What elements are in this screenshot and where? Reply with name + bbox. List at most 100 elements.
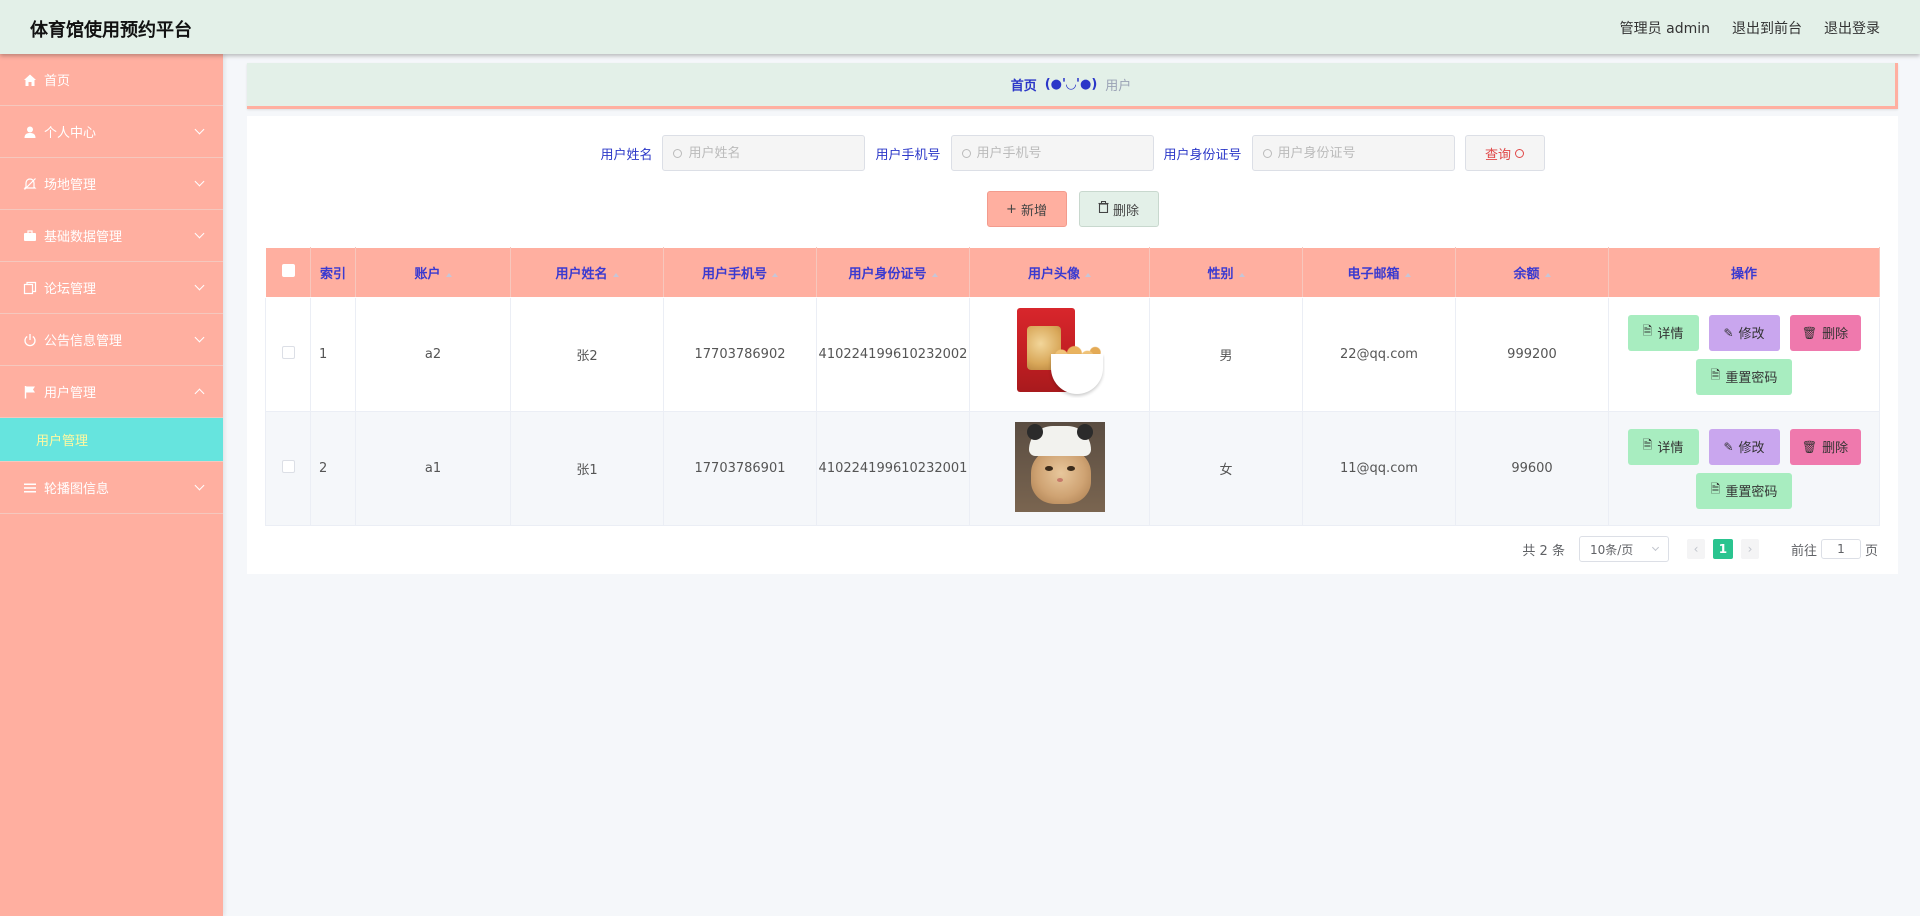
- sort-icon[interactable]: [931, 272, 938, 277]
- column-header-actions: 操作: [1608, 247, 1880, 298]
- sidebar-item-basic-data[interactable]: 基础数据管理: [0, 210, 223, 262]
- detail-button[interactable]: 🗎 详情: [1627, 428, 1699, 465]
- idcard-search-input[interactable]: [1277, 145, 1438, 161]
- column-header-account[interactable]: 账户: [355, 247, 511, 298]
- document-icon: 🗎: [1710, 368, 1721, 382]
- name-search-input[interactable]: [688, 145, 849, 161]
- reset-password-button[interactable]: 🗎 重置密码: [1696, 358, 1792, 395]
- cell-avatar: [969, 297, 1150, 412]
- sidebar-item-home[interactable]: 首页: [0, 54, 223, 106]
- add-button[interactable]: + 新增: [986, 191, 1067, 227]
- phone-search-input[interactable]: [976, 145, 1137, 161]
- page-size-select[interactable]: 10条/页: [1578, 536, 1669, 562]
- sidebar-item-label: 公告信息管理: [44, 334, 123, 349]
- pencil-icon: ✎: [1723, 439, 1734, 454]
- table-header-row: 索引 账户 用户姓名 用户手机号 用户身份证号 用户头像 性别 电子邮箱 余额 …: [265, 247, 1880, 298]
- reset-password-button[interactable]: 🗎 重置密码: [1696, 472, 1792, 509]
- column-header-idcard[interactable]: 用户身份证号: [816, 247, 970, 298]
- sidebar-item-forum[interactable]: 论坛管理: [0, 262, 223, 314]
- sidebar-item-label: 基础数据管理: [44, 230, 123, 245]
- sidebar-item-label: 轮播图信息: [44, 482, 110, 497]
- sidebar-item-user-management[interactable]: 用户管理: [0, 366, 223, 418]
- table-row: 2 a1 张1 17703786901 410224199610232001 女…: [265, 411, 1880, 526]
- sidebar-item-label: 场地管理: [44, 178, 97, 193]
- row-checkbox[interactable]: [281, 460, 295, 473]
- cell-balance: 999200: [1455, 297, 1609, 412]
- name-search-label: 用户姓名: [600, 147, 653, 163]
- edit-button[interactable]: ✎ 修改: [1708, 428, 1780, 465]
- column-header-gender[interactable]: 性别: [1149, 247, 1303, 298]
- sort-icon[interactable]: [1544, 272, 1551, 277]
- logout-link[interactable]: 退出登录: [1824, 18, 1880, 38]
- back-to-frontend-link[interactable]: 退出到前台: [1732, 18, 1802, 38]
- avatar-image-snack[interactable]: [1014, 307, 1105, 398]
- query-button[interactable]: 查询: [1464, 135, 1545, 171]
- sidebar-item-notice[interactable]: 公告信息管理: [0, 314, 223, 366]
- column-header-phone[interactable]: 用户手机号: [663, 247, 817, 298]
- sidebar-item-label: 论坛管理: [44, 282, 97, 297]
- search-icon: [961, 148, 971, 158]
- next-page-button[interactable]: ›: [1740, 539, 1759, 559]
- sidebar-item-venue[interactable]: 场地管理: [0, 158, 223, 210]
- idcard-search-field[interactable]: [1251, 135, 1455, 171]
- name-search-field[interactable]: [662, 135, 866, 171]
- delete-button[interactable]: 🗑 删除: [1789, 314, 1861, 351]
- column-header-email[interactable]: 电子邮箱: [1302, 247, 1456, 298]
- briefcase-icon: [22, 228, 38, 244]
- batch-delete-button[interactable]: 删除: [1078, 191, 1159, 227]
- cell-account: a1: [355, 411, 511, 526]
- table-row: 1 a2 张2 17703786902 410224199610232002 男…: [265, 297, 1880, 412]
- cell-actions: 🗎 详情 ✎ 修改 🗑 删除 🗎 重置密码: [1608, 411, 1880, 526]
- sort-icon[interactable]: [445, 272, 452, 277]
- idcard-search-label: 用户身份证号: [1163, 147, 1242, 163]
- row-actions: 🗎 详情 ✎ 修改 🗑 删除 🗎 重置密码: [1609, 428, 1879, 509]
- column-header-balance[interactable]: 余额: [1455, 247, 1609, 298]
- sort-icon[interactable]: [1238, 272, 1245, 277]
- power-icon: [22, 332, 38, 348]
- copy-icon: [22, 280, 38, 296]
- detail-button[interactable]: 🗎 详情: [1627, 314, 1699, 351]
- prev-page-button[interactable]: ‹: [1686, 539, 1705, 559]
- row-select-cell: [265, 297, 311, 412]
- user-table: 索引 账户 用户姓名 用户手机号 用户身份证号 用户头像 性别 电子邮箱 余额 …: [265, 247, 1880, 526]
- page-number-current[interactable]: 1: [1712, 539, 1733, 559]
- trash-icon: 🗑: [1801, 439, 1818, 454]
- phone-search-label: 用户手机号: [875, 147, 941, 163]
- sort-icon[interactable]: [772, 272, 778, 277]
- sort-icon[interactable]: [1404, 272, 1411, 277]
- sidebar-item-carousel[interactable]: 轮播图信息: [0, 462, 223, 514]
- row-actions: 🗎 详情 ✎ 修改 🗑 删除 🗎 重置密码: [1609, 314, 1879, 395]
- admin-user-label[interactable]: 管理员 admin: [1620, 18, 1710, 38]
- chevron-down-icon: [194, 176, 205, 187]
- add-button-label: 新增: [1020, 203, 1047, 219]
- edit-button[interactable]: ✎ 修改: [1708, 314, 1780, 351]
- select-all-checkbox[interactable]: [281, 264, 295, 277]
- select-all-cell[interactable]: [265, 247, 311, 298]
- breadcrumb-home[interactable]: 首页: [1011, 75, 1037, 94]
- document-icon: 🗎: [1710, 482, 1721, 496]
- sort-icon[interactable]: [1085, 272, 1091, 277]
- chevron-down-icon: [1651, 543, 1660, 552]
- delete-button[interactable]: 🗑 删除: [1789, 428, 1861, 465]
- goto-label: 前往: [1790, 543, 1817, 559]
- search-icon: [673, 148, 683, 158]
- row-checkbox[interactable]: [281, 346, 295, 359]
- cell-account: a2: [355, 297, 511, 412]
- pencil-icon: ✎: [1723, 325, 1734, 340]
- cell-gender: 男: [1149, 297, 1303, 412]
- sort-icon[interactable]: [612, 272, 619, 277]
- document-icon: 🗎: [1642, 438, 1653, 452]
- cell-index: 2: [310, 411, 356, 526]
- column-header-name[interactable]: 用户姓名: [510, 247, 664, 298]
- avatar-image-cat[interactable]: [1014, 421, 1105, 512]
- sidebar-item-personal-center[interactable]: 个人中心: [0, 106, 223, 158]
- goto-page-input[interactable]: 1: [1820, 539, 1861, 559]
- submenu-item-user-management[interactable]: 用户管理: [0, 418, 223, 462]
- phone-search-field[interactable]: [950, 135, 1154, 171]
- cell-avatar: [969, 411, 1150, 526]
- main-panel: 用户姓名 用户手机号 用户身份证号 查询 + 新增 删除: [247, 116, 1898, 574]
- breadcrumb-current: 用户: [1105, 79, 1132, 94]
- goto-suffix: 页: [1864, 543, 1878, 559]
- column-header-avatar[interactable]: 用户头像: [969, 247, 1150, 298]
- sidebar: 首页 个人中心 场地管理 基础数据管理 论坛管理 公告信息管理 用户管理 用户管…: [0, 54, 223, 916]
